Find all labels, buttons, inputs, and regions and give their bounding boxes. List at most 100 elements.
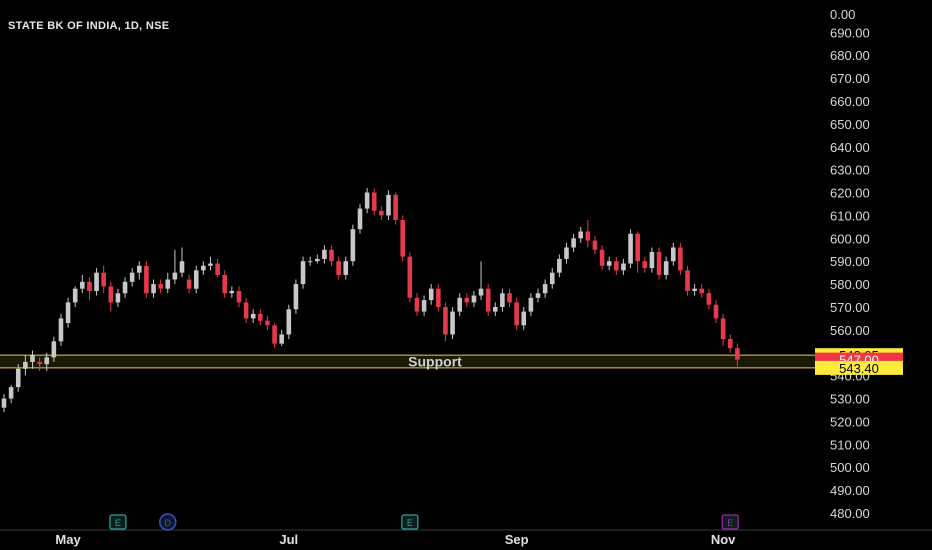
time-tick-label: Sep xyxy=(505,532,529,547)
candle-body xyxy=(186,279,192,289)
candle-body xyxy=(393,194,398,221)
candle-body xyxy=(642,261,648,269)
candle-body xyxy=(514,302,519,326)
candle-body xyxy=(279,334,284,344)
candle-body xyxy=(720,318,726,340)
price-tick-label: 670.00 xyxy=(830,71,870,86)
candle-body xyxy=(8,387,14,399)
candle-body xyxy=(314,258,320,262)
candle-body xyxy=(727,339,733,349)
candle-body xyxy=(72,288,78,303)
event-marker[interactable]: E xyxy=(721,514,739,530)
candle-body xyxy=(585,231,591,241)
price-tick-label: 0.00 xyxy=(830,7,855,22)
candle-body xyxy=(136,265,142,273)
candle-body xyxy=(685,270,690,291)
candle-body xyxy=(649,252,655,269)
candle-body xyxy=(656,252,662,275)
candle-body xyxy=(386,194,391,216)
event-marker-label: E xyxy=(115,518,121,528)
price-axis[interactable]: 0.00 690.00 680.00 670.00 660.00 650.00 640.00… xyxy=(830,7,870,521)
event-marker-label: D xyxy=(165,518,172,528)
candle-body xyxy=(286,309,292,335)
candle-body xyxy=(670,247,676,262)
candle-body xyxy=(229,290,235,294)
candle-body xyxy=(329,249,334,262)
candle-body xyxy=(322,249,327,259)
candle-body xyxy=(507,293,512,303)
candle-body xyxy=(528,297,534,312)
candle-body xyxy=(357,208,363,230)
price-tick-label: 680.00 xyxy=(830,48,870,63)
candle-body xyxy=(300,261,306,285)
chart-title: STATE BK OF INDIA, 1D, NSE xyxy=(8,20,170,32)
candle-body xyxy=(23,361,28,369)
price-tick-label: 520.00 xyxy=(830,414,870,429)
candle-body xyxy=(571,238,576,248)
candle-body xyxy=(165,279,171,289)
price-tick-label: 650.00 xyxy=(830,117,870,132)
candle-body xyxy=(713,304,719,319)
candle-body xyxy=(243,302,249,319)
candle-body xyxy=(115,293,121,303)
price-tick-label: 660.00 xyxy=(830,94,870,109)
candle-body xyxy=(414,297,420,312)
candle-body xyxy=(592,240,598,250)
event-markers: EDEE xyxy=(109,513,739,531)
candle-body xyxy=(265,320,270,326)
time-tick-label: Jul xyxy=(279,532,298,547)
time-axis[interactable]: May Jul Sep Nov xyxy=(0,529,932,547)
candle-body xyxy=(678,247,683,271)
price-tick-label: 480.00 xyxy=(830,506,870,521)
candle-body xyxy=(450,311,455,335)
price-tick-label: 620.00 xyxy=(830,186,870,201)
candle-body xyxy=(51,341,57,358)
candle-body xyxy=(478,288,484,296)
candle-body xyxy=(492,306,498,312)
candle-body xyxy=(87,281,92,291)
price-tick-label: 610.00 xyxy=(830,208,870,223)
event-marker[interactable]: D xyxy=(159,513,177,531)
candle-body xyxy=(108,286,114,303)
candle-body xyxy=(379,210,384,216)
candle-body xyxy=(364,192,370,209)
candle-body xyxy=(500,293,505,307)
candle-body xyxy=(628,233,633,264)
candle-body xyxy=(193,270,199,289)
candle-body xyxy=(37,361,42,365)
candle-body xyxy=(557,258,562,273)
candle-body xyxy=(471,295,477,303)
candle-body xyxy=(578,231,584,239)
event-marker-label: E xyxy=(407,518,413,528)
candle-body xyxy=(129,272,135,282)
candle-body xyxy=(407,256,413,298)
candle-body xyxy=(542,284,548,294)
candle-body xyxy=(15,368,21,388)
candle-body xyxy=(692,288,697,291)
candle-body xyxy=(1,398,7,408)
candle-body xyxy=(521,311,527,326)
candle-body xyxy=(599,249,605,266)
event-marker[interactable]: E xyxy=(109,514,127,530)
event-marker[interactable]: E xyxy=(401,514,419,530)
candle-body xyxy=(151,284,156,294)
candle-body xyxy=(635,233,640,262)
candlestick-chart: Support 0.00 690.00 680.00 670.00 660.00 650.… xyxy=(0,7,932,547)
candle-body xyxy=(606,261,612,266)
candle-body xyxy=(428,288,434,301)
candle-body xyxy=(621,263,626,271)
price-tick-label: 490.00 xyxy=(830,483,870,498)
candle-body xyxy=(293,284,299,310)
candle-body xyxy=(179,261,185,273)
event-marker-label: E xyxy=(727,518,733,528)
price-tick-label: 580.00 xyxy=(830,277,870,292)
candle-body xyxy=(272,325,277,344)
candles-group xyxy=(1,187,740,413)
candle-body xyxy=(58,318,64,342)
candle-body xyxy=(122,281,128,294)
candle-body xyxy=(421,300,427,312)
candle-body xyxy=(144,265,149,294)
candle-body xyxy=(65,302,71,324)
candle-body xyxy=(80,281,85,289)
candle-body xyxy=(307,261,313,263)
